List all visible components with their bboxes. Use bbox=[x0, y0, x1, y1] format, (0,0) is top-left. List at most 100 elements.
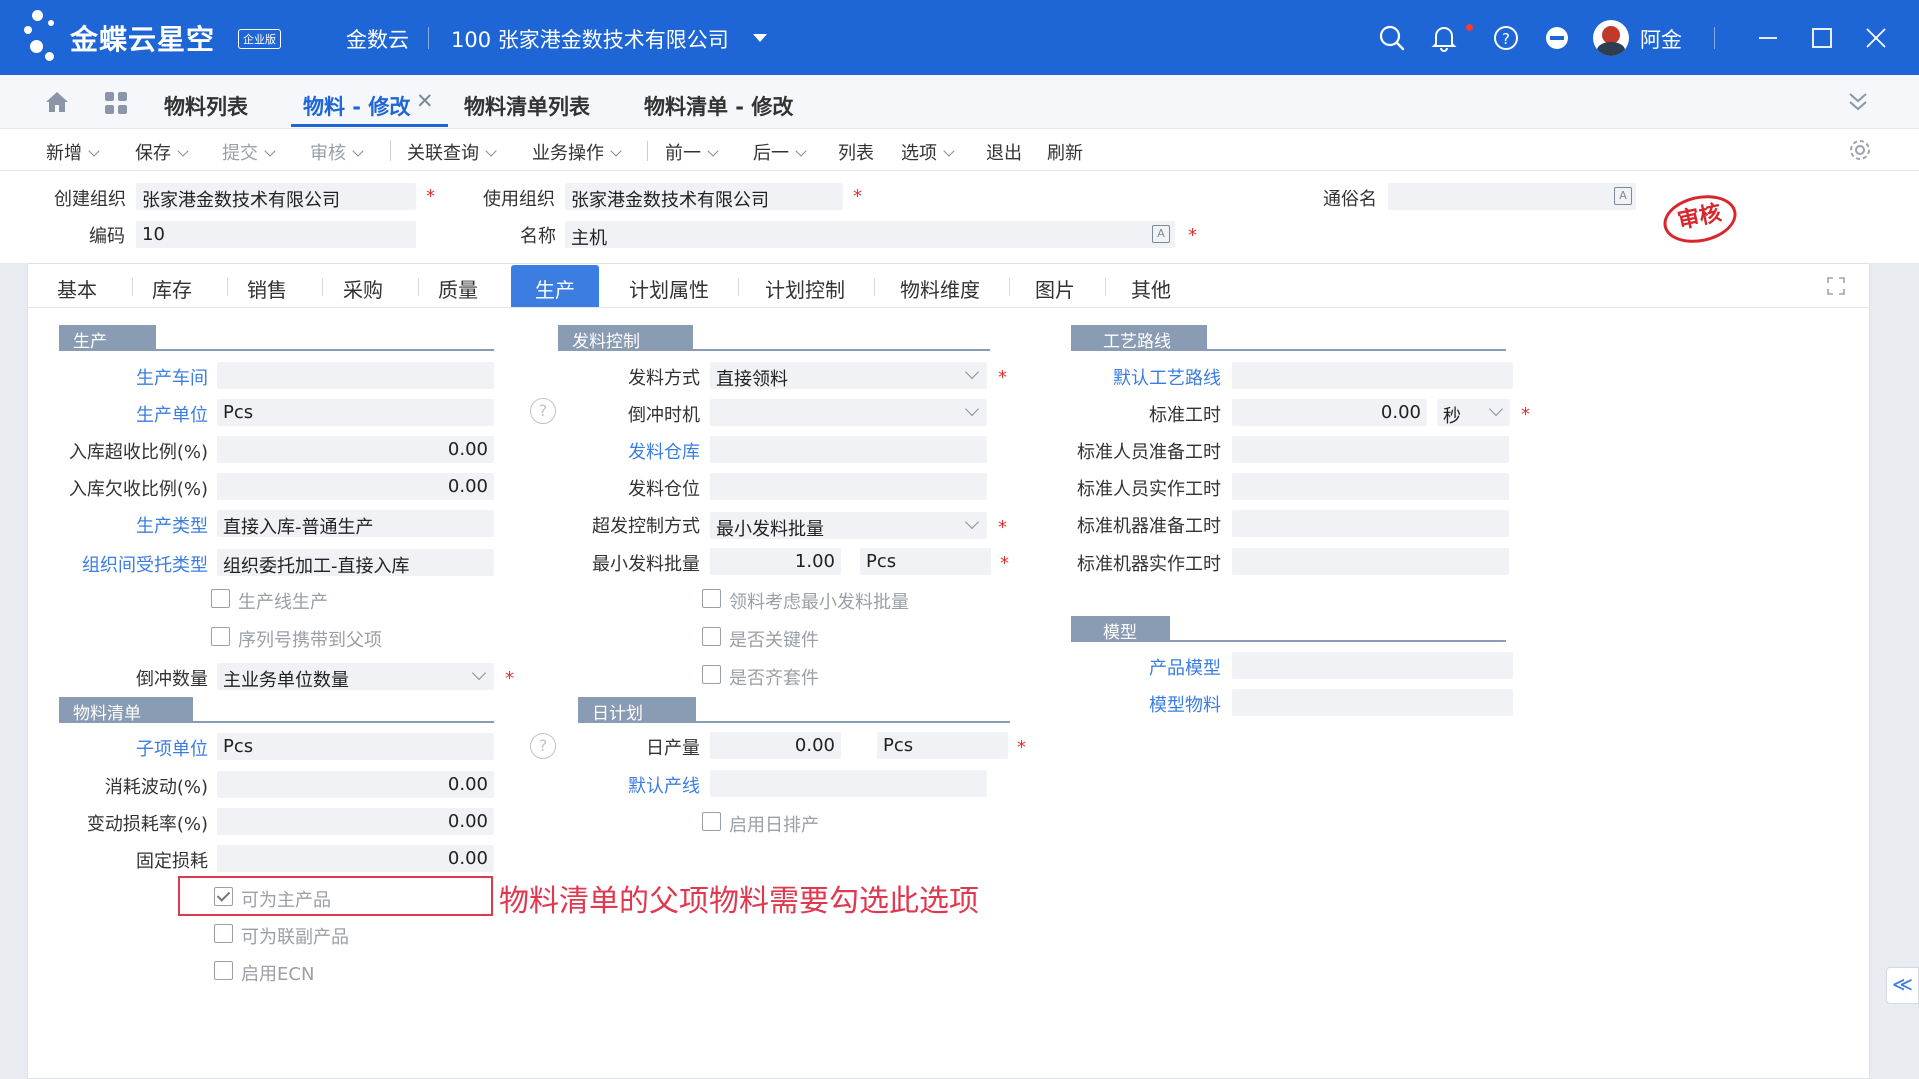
co-product-checkbox[interactable] bbox=[214, 924, 233, 943]
home-icon[interactable] bbox=[44, 90, 70, 114]
backflush-time-select[interactable] bbox=[710, 399, 987, 426]
common-name-field[interactable] bbox=[1388, 183, 1636, 210]
apps-icon[interactable] bbox=[104, 91, 128, 115]
over-issue-select[interactable]: 最小发料批量 bbox=[710, 512, 987, 539]
expand-icon[interactable] bbox=[1826, 276, 1846, 296]
search-icon[interactable] bbox=[1378, 24, 1406, 52]
std-labor-prep-field[interactable] bbox=[1232, 436, 1509, 463]
subtab-dimension[interactable]: 物料维度 bbox=[900, 274, 980, 303]
consider-min-batch-checkbox[interactable] bbox=[702, 589, 721, 608]
default-route-label[interactable]: 默认工艺路线 bbox=[1113, 364, 1221, 390]
collapse-side-icon[interactable]: ≪ bbox=[1886, 967, 1919, 1004]
list-button[interactable]: 列表 bbox=[838, 139, 874, 165]
default-line-label[interactable]: 默认产线 bbox=[628, 772, 700, 798]
submit-button[interactable]: 提交 bbox=[222, 139, 276, 165]
help-icon[interactable]: ? bbox=[1492, 24, 1520, 52]
model-material-field[interactable] bbox=[1232, 689, 1513, 716]
subtab-plan-attr[interactable]: 计划属性 bbox=[629, 274, 709, 303]
issue-method-select[interactable]: 直接领料 bbox=[710, 362, 987, 389]
exit-button[interactable]: 退出 bbox=[986, 139, 1022, 165]
product-name[interactable]: 金数云 bbox=[346, 24, 409, 54]
minimize-icon[interactable] bbox=[1754, 24, 1782, 52]
product-model-field[interactable] bbox=[1232, 652, 1513, 679]
code-field[interactable]: 10 bbox=[136, 221, 416, 248]
options-button[interactable]: 选项 bbox=[901, 139, 955, 165]
min-batch-field[interactable]: 1.00 bbox=[710, 548, 841, 575]
tab-material-list[interactable]: 物料列表 bbox=[164, 91, 248, 121]
chevron-double-down-icon[interactable] bbox=[1847, 91, 1869, 113]
avatar[interactable] bbox=[1593, 20, 1629, 56]
default-line-field[interactable] bbox=[710, 770, 987, 797]
help-icon[interactable]: ? bbox=[530, 398, 556, 424]
prod-unit-label[interactable]: 生产单位 bbox=[136, 401, 208, 427]
multilang-icon[interactable]: A bbox=[1152, 225, 1170, 243]
workshop-field[interactable] bbox=[217, 362, 494, 389]
name-field[interactable]: 主机 bbox=[565, 221, 1175, 248]
daily-output-field[interactable]: 0.00 bbox=[710, 732, 841, 759]
daily-output-unit-field[interactable]: Pcs bbox=[877, 732, 1008, 759]
std-labor-actual-field[interactable] bbox=[1232, 473, 1509, 500]
subtab-sales[interactable]: 销售 bbox=[247, 274, 287, 303]
main-product-checkbox[interactable] bbox=[214, 887, 233, 906]
serial-carry-checkbox[interactable] bbox=[211, 627, 230, 646]
gear-icon[interactable] bbox=[1848, 138, 1872, 162]
under-receive-field[interactable]: 0.00 bbox=[217, 473, 494, 500]
org-dropdown-icon[interactable] bbox=[752, 33, 768, 43]
std-machine-prep-field[interactable] bbox=[1232, 510, 1509, 537]
variable-loss-field[interactable]: 0.00 bbox=[217, 808, 494, 835]
create-org-field[interactable]: 张家港金数技术有限公司 bbox=[136, 183, 416, 210]
child-unit-field[interactable]: Pcs bbox=[217, 733, 494, 760]
product-model-label[interactable]: 产品模型 bbox=[1149, 654, 1221, 680]
line-production-checkbox[interactable] bbox=[211, 589, 230, 608]
subtab-production[interactable]: 生产 bbox=[535, 274, 575, 303]
issue-wh-label[interactable]: 发料仓库 bbox=[628, 438, 700, 464]
backflush-qty-select[interactable]: 主业务单位数量 bbox=[217, 663, 494, 690]
prev-button[interactable]: 前一 bbox=[665, 139, 719, 165]
model-material-label[interactable]: 模型物料 bbox=[1149, 691, 1221, 717]
prod-type-field[interactable]: 直接入库-普通生产 bbox=[217, 510, 494, 537]
min-batch-unit-field[interactable]: Pcs bbox=[860, 548, 991, 575]
consumption-field[interactable]: 0.00 bbox=[217, 771, 494, 798]
tab-material-edit[interactable]: 物料 - 修改 bbox=[303, 91, 410, 121]
key-part-checkbox[interactable] bbox=[702, 627, 721, 646]
close-window-icon[interactable] bbox=[1862, 24, 1890, 52]
tab-bom-edit[interactable]: 物料清单 - 修改 bbox=[644, 91, 793, 121]
over-receive-field[interactable]: 0.00 bbox=[217, 436, 494, 463]
subtab-purchase[interactable]: 采购 bbox=[343, 274, 383, 303]
issue-wh-field[interactable] bbox=[710, 436, 987, 463]
new-button[interactable]: 新增 bbox=[46, 139, 100, 165]
use-org-field[interactable]: 张家港金数技术有限公司 bbox=[565, 183, 843, 210]
consign-type-field[interactable]: 组织委托加工-直接入库 bbox=[217, 549, 494, 576]
multilang-icon[interactable]: A bbox=[1614, 187, 1632, 205]
menu-dots-icon[interactable] bbox=[1543, 24, 1571, 52]
maximize-icon[interactable] bbox=[1808, 24, 1836, 52]
default-route-field[interactable] bbox=[1232, 362, 1513, 389]
business-ops-button[interactable]: 业务操作 bbox=[532, 139, 622, 165]
enable-ecn-checkbox[interactable] bbox=[214, 961, 233, 980]
user-name[interactable]: 阿金 bbox=[1640, 24, 1682, 54]
tab-bom-list[interactable]: 物料清单列表 bbox=[464, 91, 590, 121]
std-hours-field[interactable]: 0.00 bbox=[1232, 399, 1427, 426]
subtab-other[interactable]: 其他 bbox=[1131, 274, 1171, 303]
subtab-quality[interactable]: 质量 bbox=[438, 274, 478, 303]
tab-close-icon[interactable]: ✕ bbox=[416, 89, 434, 113]
next-button[interactable]: 后一 bbox=[753, 139, 807, 165]
prod-unit-field[interactable]: Pcs bbox=[217, 399, 494, 426]
org-selector[interactable]: 100 张家港金数技术有限公司 bbox=[451, 24, 729, 54]
bell-icon[interactable] bbox=[1430, 24, 1458, 52]
prod-type-label[interactable]: 生产类型 bbox=[136, 512, 208, 538]
subtab-basic[interactable]: 基本 bbox=[57, 274, 97, 303]
help-icon[interactable]: ? bbox=[530, 733, 556, 759]
std-machine-actual-field[interactable] bbox=[1232, 548, 1509, 575]
issue-loc-field[interactable] bbox=[710, 473, 987, 500]
consign-type-label[interactable]: 组织间受托类型 bbox=[82, 551, 208, 577]
subtab-inventory[interactable]: 库存 bbox=[152, 274, 192, 303]
fixed-loss-field[interactable]: 0.00 bbox=[217, 845, 494, 872]
refresh-button[interactable]: 刷新 bbox=[1047, 139, 1083, 165]
child-unit-label[interactable]: 子项单位 bbox=[136, 735, 208, 761]
workshop-label[interactable]: 生产车间 bbox=[136, 364, 208, 390]
subtab-plan-control[interactable]: 计划控制 bbox=[765, 274, 845, 303]
kit-part-checkbox[interactable] bbox=[702, 665, 721, 684]
subtab-images[interactable]: 图片 bbox=[1035, 274, 1075, 303]
enable-daily-checkbox[interactable] bbox=[702, 812, 721, 831]
